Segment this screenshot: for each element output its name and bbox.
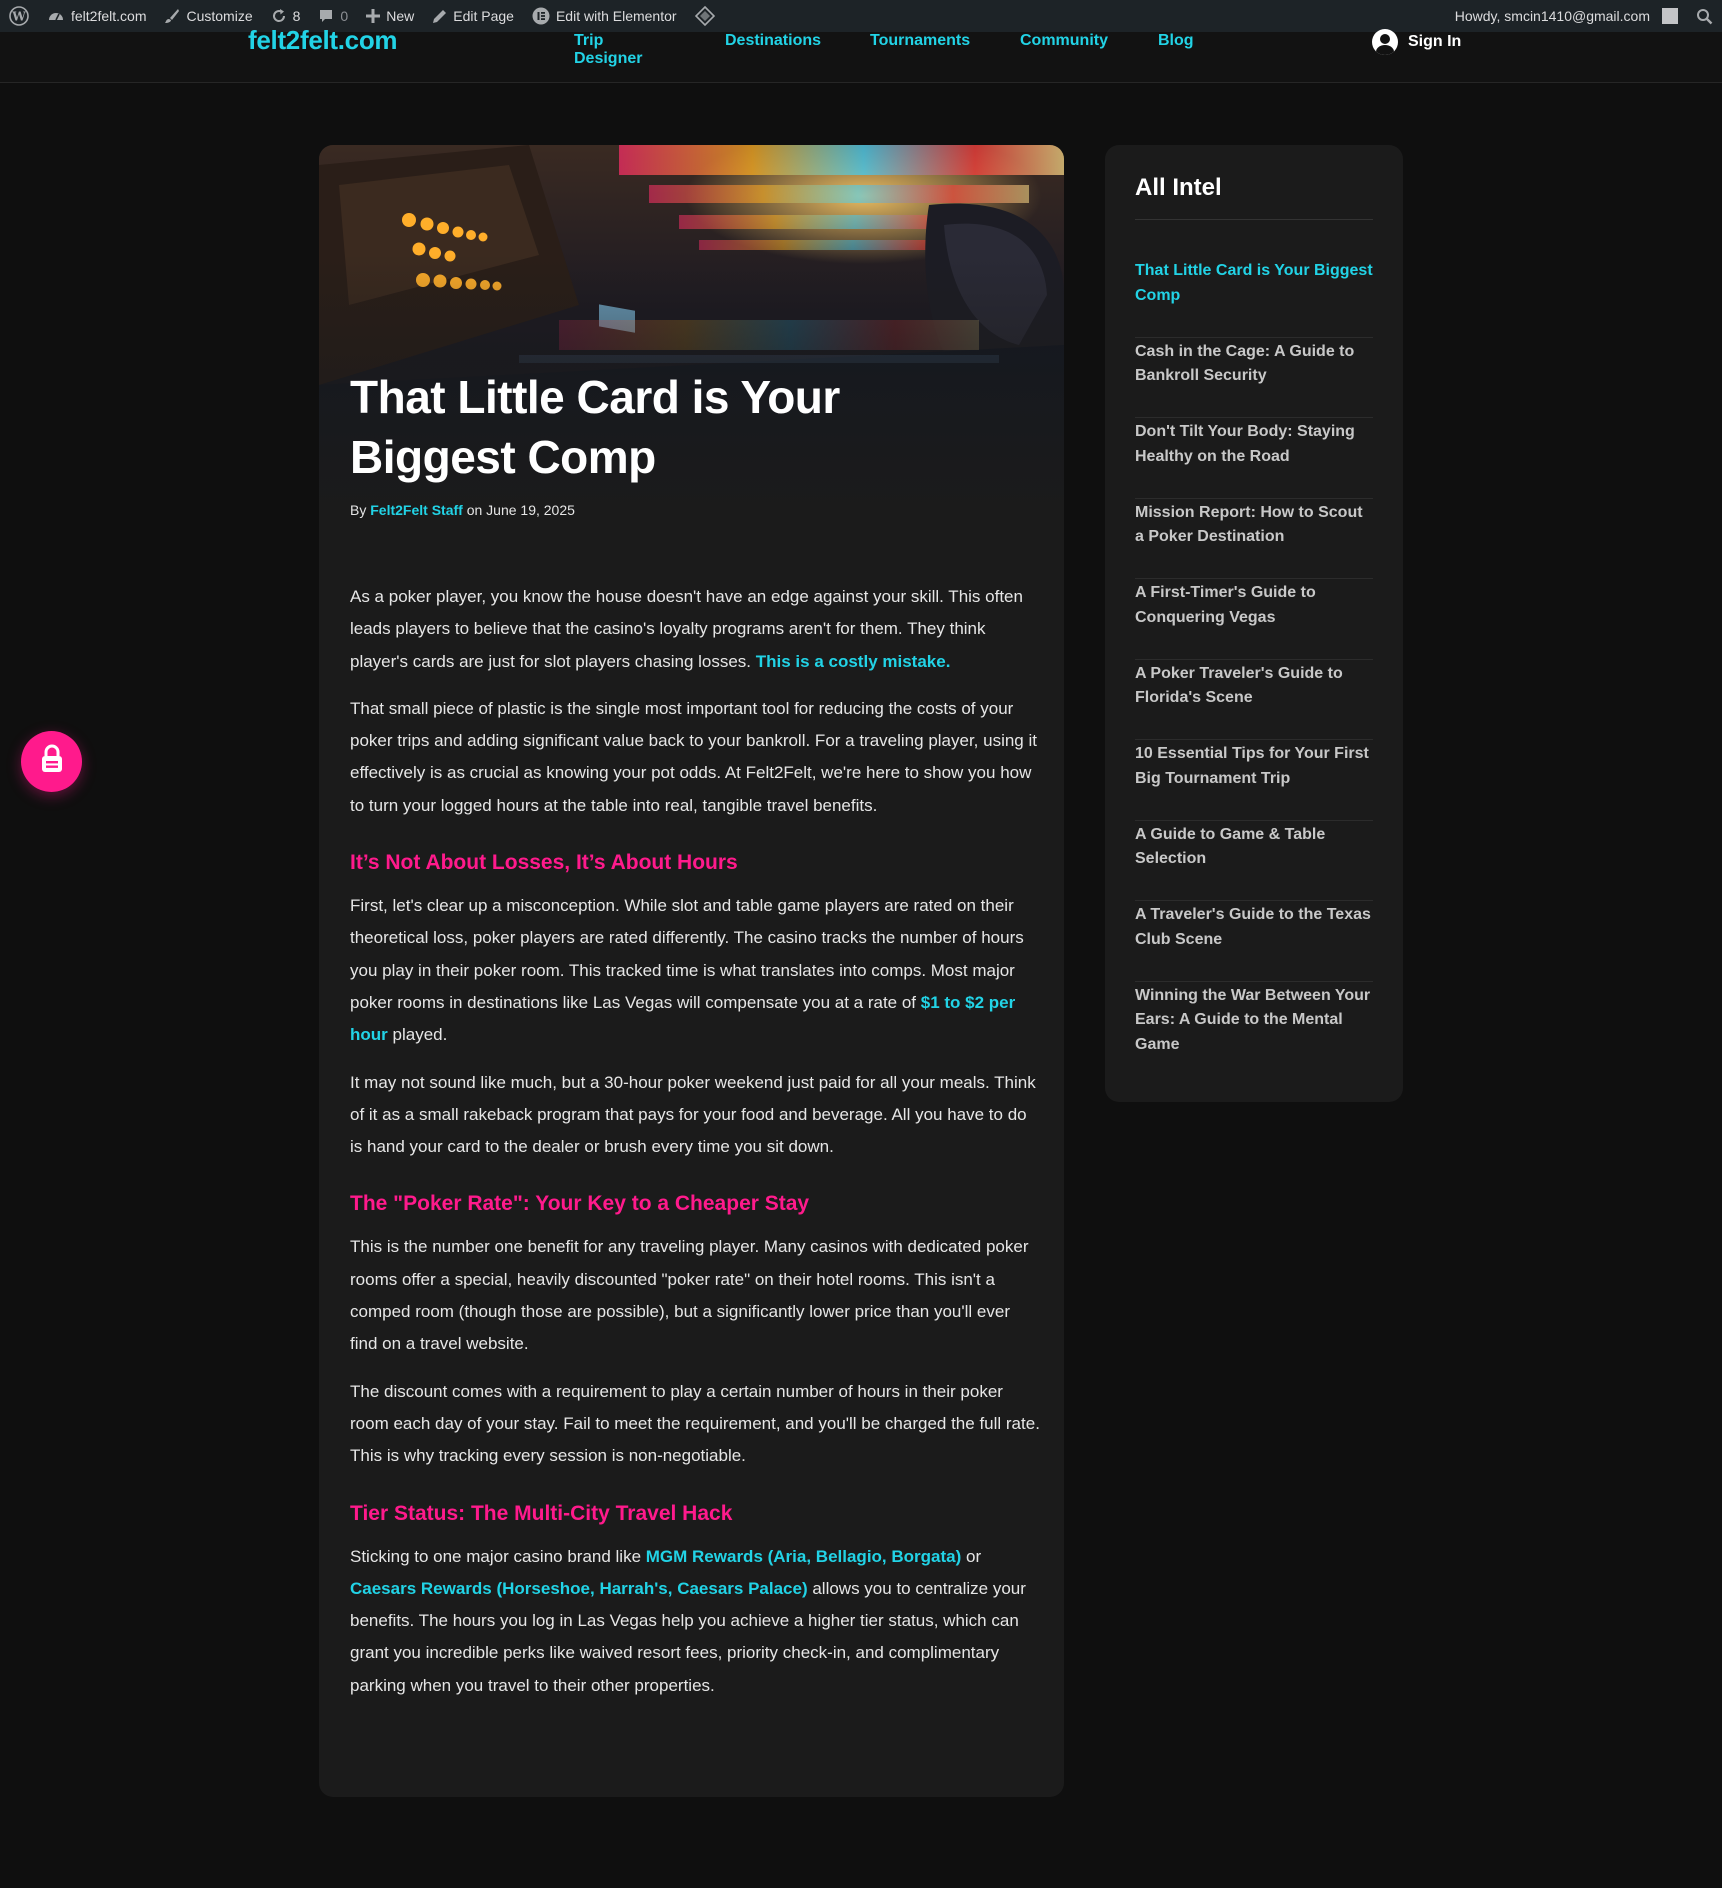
list-item: 10 Essential Tips for Your First Big Tou… (1135, 740, 1373, 821)
byline-by: By (350, 502, 367, 518)
brush-icon (164, 8, 180, 24)
all-intel-sidebar: All Intel That Little Card is Your Bigge… (1105, 145, 1403, 1102)
elementor-label: Edit with Elementor (555, 8, 677, 24)
list-item: That Little Card is Your Biggest Comp (1135, 257, 1373, 338)
list-item: A Guide to Game & Table Selection (1135, 821, 1373, 901)
list-item: A First-Timer's Guide to Conquering Vega… (1135, 579, 1373, 660)
heading-tier-status: Tier Status: The Multi-City Travel Hack (350, 1501, 733, 1525)
svg-text:W: W (11, 10, 26, 24)
paragraph-tier-mid: or (961, 1546, 982, 1566)
intel-link-mission-report[interactable]: Mission Report: How to Scout a Poker Des… (1135, 501, 1373, 550)
nav-blog[interactable]: Blog (1158, 32, 1194, 50)
site-name-menu[interactable]: felt2felt.com (38, 0, 155, 32)
comments-count: 0 (340, 8, 349, 24)
diamond-icon (694, 6, 715, 26)
customize-menu[interactable]: Customize (155, 0, 261, 32)
article-title: That Little Card is Your Biggest Comp (350, 371, 840, 483)
site-logo[interactable]: felt2felt.com (248, 25, 398, 56)
paragraph-misconception-after: played. (387, 1025, 448, 1045)
nav-tournaments[interactable]: Tournaments (870, 32, 970, 50)
caesars-rewards-link[interactable]: Caesars Rewards (Horseshoe, Harrah's, Ca… (350, 1579, 808, 1598)
paragraph-intro: As a poker player, you know the house do… (350, 581, 1040, 678)
list-item: A Traveler's Guide to the Texas Club Sce… (1135, 901, 1373, 982)
paragraph-tier: Sticking to one major casino brand like … (350, 1541, 1040, 1702)
list-item: Cash in the Cage: A Guide to Bankroll Se… (1135, 338, 1373, 418)
intel-link-card-comp[interactable]: That Little Card is Your Biggest Comp (1135, 259, 1373, 308)
intel-link-table-selection[interactable]: A Guide to Game & Table Selection (1135, 823, 1373, 872)
heading-hours: It’s Not About Losses, It’s About Hours (350, 851, 738, 875)
intel-link-texas[interactable]: A Traveler's Guide to the Texas Club Sce… (1135, 903, 1373, 952)
mgm-rewards-link[interactable]: MGM Rewards (Aria, Bellagio, Borgata) (646, 1547, 962, 1566)
intel-list: That Little Card is Your Biggest Comp Ca… (1135, 257, 1373, 1062)
pencil-icon (432, 9, 447, 24)
byline: By Felt2Felt Staff on June 19, 2025 (350, 502, 575, 518)
plus-icon (366, 9, 381, 23)
post-date: June 19, 2025 (486, 502, 575, 518)
wordpress-icon: W (9, 6, 29, 26)
elementor-menu[interactable]: Edit with Elementor (523, 0, 686, 32)
comment-icon (318, 8, 334, 24)
dashboard-icon (47, 7, 65, 25)
paragraph-plastic: That small piece of plastic is the singl… (350, 698, 1037, 815)
nav-destinations[interactable]: Destinations (725, 32, 821, 50)
avatar (1662, 8, 1678, 24)
search-icon (1696, 8, 1713, 25)
paragraph-discount: The discount comes with a requirement to… (350, 1381, 1040, 1466)
nav-trip-designer[interactable]: Trip Designer (574, 32, 642, 68)
customize-label: Customize (186, 8, 253, 24)
paragraph-weekend: It may not sound like much, but a 30-hou… (350, 1072, 1036, 1157)
article-content: As a poker player, you know the house do… (350, 581, 1040, 1717)
sign-in-button[interactable]: Sign In (1372, 29, 1461, 55)
diamond-menu[interactable] (686, 0, 724, 32)
site-name-label: felt2felt.com (71, 8, 147, 24)
howdy-label: Howdy, smcin1410@gmail.com (1454, 8, 1650, 24)
author-link[interactable]: Felt2Felt Staff (370, 502, 463, 518)
elementor-icon (532, 7, 550, 25)
intel-link-cash-cage[interactable]: Cash in the Cage: A Guide to Bankroll Se… (1135, 340, 1373, 389)
byline-on: on (466, 502, 483, 518)
sidebar-divider (1135, 219, 1373, 220)
floating-lock-button[interactable] (21, 731, 82, 792)
sign-in-label: Sign In (1408, 33, 1462, 50)
article-card: That Little Card is Your Biggest Comp By… (319, 145, 1064, 1797)
intel-link-tilt-body[interactable]: Don't Tilt Your Body: Staying Healthy on… (1135, 420, 1373, 469)
user-icon (1372, 29, 1398, 55)
list-item: Winning the War Between Your Ears: A Gui… (1135, 982, 1373, 1063)
heading-poker-rate: The "Poker Rate": Your Key to a Cheaper … (350, 1192, 810, 1216)
edit-page-label: Edit Page (453, 8, 514, 24)
intel-link-tournament-tips[interactable]: 10 Essential Tips for Your First Big Tou… (1135, 742, 1373, 791)
nav-community[interactable]: Community (1020, 32, 1108, 50)
new-label: New (386, 8, 415, 24)
sidebar-title: All Intel (1135, 174, 1222, 201)
site-header: felt2felt.com Trip Designer Destinations… (0, 25, 1722, 83)
paragraph-tier-before: Sticking to one major casino brand like (350, 1546, 646, 1566)
list-item: A Poker Traveler's Guide to Florida's Sc… (1135, 660, 1373, 740)
edit-page-menu[interactable]: Edit Page (423, 0, 523, 32)
account-menu[interactable]: Howdy, smcin1410@gmail.com (1446, 0, 1687, 32)
intel-link-florida[interactable]: A Poker Traveler's Guide to Florida's Sc… (1135, 662, 1373, 711)
paragraph-misconception: First, let's clear up a misconception. W… (350, 890, 1040, 1051)
list-item: Don't Tilt Your Body: Staying Healthy on… (1135, 418, 1373, 499)
intel-link-first-timer[interactable]: A First-Timer's Guide to Conquering Vega… (1135, 581, 1373, 630)
lock-icon (39, 744, 65, 779)
refresh-icon (271, 8, 287, 24)
admin-bar-right: Howdy, smcin1410@gmail.com (1446, 0, 1722, 32)
list-item: Mission Report: How to Scout a Poker Des… (1135, 499, 1373, 579)
paragraph-benefit: This is the number one benefit for any t… (350, 1237, 1029, 1354)
updates-count: 8 (292, 8, 301, 24)
intel-link-mental-game[interactable]: Winning the War Between Your Ears: A Gui… (1135, 984, 1373, 1058)
admin-search[interactable] (1687, 0, 1722, 32)
costly-mistake-link[interactable]: This is a costly mistake. (756, 652, 951, 671)
wordpress-menu[interactable]: W (0, 0, 38, 32)
